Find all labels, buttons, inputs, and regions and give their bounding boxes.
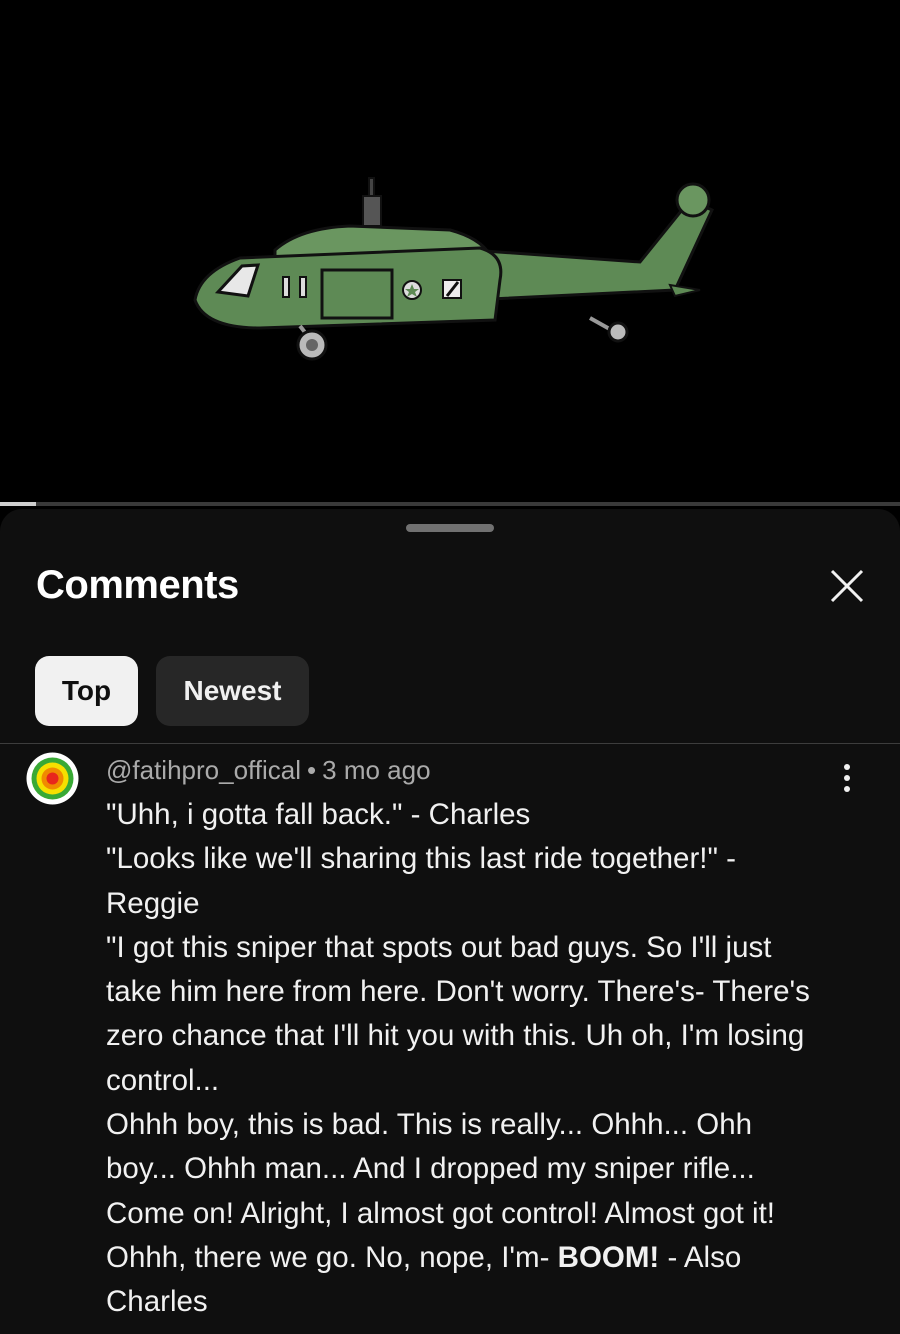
comment-author[interactable]: @fatihpro_offical [106,755,301,785]
comment-line: "Uhh, i gotta fall back." - Charles [106,798,531,831]
comment-time: 3 mo ago [322,755,431,785]
comment-line: boy... Ohhh man... And I dropped my snip… [106,1152,755,1186]
avatar[interactable] [26,752,79,805]
sheet-title: Comments [36,563,239,607]
drag-handle[interactable] [406,524,494,532]
helicopter-illustration [193,177,714,361]
more-vert-icon[interactable] [828,759,866,797]
meta-separator: • [307,755,317,785]
comment-meta: @fatihpro_offical • 3 mo ago [106,755,431,786]
comment-line: Reggie [106,886,200,920]
tab-top[interactable]: Top [35,656,138,726]
comment-bold-text: BOOM! [557,1240,660,1274]
comment-text: - Also [659,1240,742,1274]
comment-line: Ohhh boy, this is bad. This is really...… [106,1108,753,1142]
comment-line: "I got this sniper that spots out bad gu… [106,930,772,964]
comment-line: Ohhh, there we go. No, nope, I'm- BOOM! … [106,1236,846,1280]
comment-text: Ohhh, there we go. No, nope, I'm- [106,1240,558,1274]
comment-line: zero chance that I'll hit you with this.… [106,1019,805,1053]
comments-sheet: Comments Top Newest @fatihpro_offical • 3 … [0,509,900,1334]
comment-line: control... [106,1063,220,1097]
comment-line: Come on! Alright, I almost got control! … [106,1196,775,1230]
tab-newest[interactable]: Newest [156,656,309,726]
divider [0,743,900,744]
comment-line: take him here from here. Don't worry. Th… [106,975,810,1009]
video-player[interactable] [0,0,900,505]
video-progress-fill [0,502,36,506]
comment-line: Charles [106,1285,208,1319]
comment-line: "Looks like we'll sharing this last ride… [106,842,736,876]
comment-body: "Uhh, i gotta fall back." - Charles "Loo… [106,793,846,1325]
video-progress-bar[interactable] [0,502,900,506]
close-icon[interactable] [826,565,868,607]
